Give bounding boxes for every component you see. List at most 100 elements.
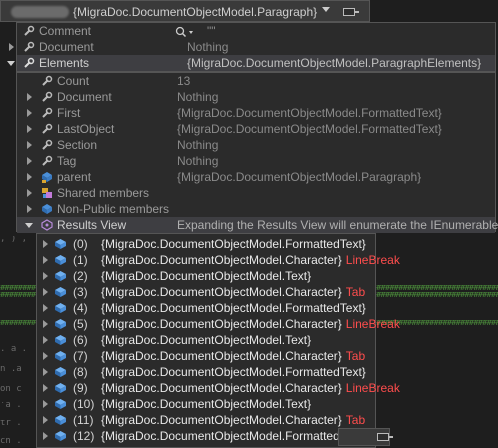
item-index: (7) xyxy=(73,349,88,363)
item-value: {MigraDoc.DocumentObjectModel.Character}… xyxy=(101,348,365,364)
member-value: {MigraDoc.DocumentObjectModel.Paragraph} xyxy=(177,170,422,184)
redacted-variable-name xyxy=(11,6,69,18)
list-item[interactable]: (6) {MigraDoc.DocumentObjectModel.Text} xyxy=(37,332,375,348)
list-item[interactable]: (3) {MigraDoc.DocumentObjectModel.Charac… xyxy=(37,284,375,300)
member-row-comment[interactable]: Comment "" xyxy=(17,23,495,39)
expand-arrow-icon[interactable] xyxy=(43,272,48,280)
expand-arrow-icon[interactable] xyxy=(43,432,48,440)
item-index: (0) xyxy=(73,237,88,251)
member-name: Elements xyxy=(39,56,90,70)
item-value-text: {MigraDoc.DocumentObjectModel.FormattedT… xyxy=(101,365,366,379)
expand-arrow-icon[interactable] xyxy=(43,240,48,248)
pin-icon[interactable] xyxy=(343,8,359,16)
expand-arrow-icon[interactable] xyxy=(27,157,32,165)
item-index: (10) xyxy=(73,397,95,411)
field-icon xyxy=(42,172,52,183)
expand-arrow-icon[interactable] xyxy=(27,205,32,213)
editor-code-line: ########## xyxy=(0,320,36,326)
chevron-down-icon[interactable] xyxy=(322,7,330,12)
member-row-shared-members[interactable]: Shared members xyxy=(17,185,495,201)
expand-arrow-icon[interactable] xyxy=(43,288,48,296)
member-name: Document xyxy=(39,40,94,54)
expand-arrow-icon[interactable] xyxy=(43,320,48,328)
expand-arrow-icon[interactable] xyxy=(43,304,48,312)
list-item[interactable]: (1) {MigraDoc.DocumentObjectModel.Charac… xyxy=(37,252,400,268)
expand-arrow-icon[interactable] xyxy=(43,368,48,376)
datatip-header[interactable]: {MigraDoc.DocumentObjectModel.Paragraph} xyxy=(0,0,370,22)
collapse-arrow-icon[interactable] xyxy=(7,61,15,66)
expand-arrow-icon[interactable] xyxy=(43,336,48,344)
item-value-text: {MigraDoc.DocumentObjectModel.Text} xyxy=(101,333,312,347)
member-row-document[interactable]: Document Nothing xyxy=(9,39,495,55)
item-index: (1) xyxy=(73,253,88,267)
item-index: (8) xyxy=(73,365,88,379)
member-name: Results View xyxy=(57,218,127,232)
member-name: Count xyxy=(57,74,90,88)
list-item[interactable]: (10) {MigraDoc.DocumentObjectModel.Text} xyxy=(37,396,375,412)
object-icon xyxy=(55,319,66,329)
editor-code-line: 'a . xyxy=(0,402,22,408)
item-value: {MigraDoc.DocumentObjectModel.Character}… xyxy=(101,316,400,332)
elements-members-panel: Count 13 Document Nothing First {MigraDo… xyxy=(16,72,498,233)
pin-icon[interactable] xyxy=(377,433,393,441)
item-value-text: {MigraDoc.DocumentObjectModel.FormattedT… xyxy=(101,301,366,315)
expand-arrow-icon[interactable] xyxy=(43,256,48,264)
expand-arrow-icon[interactable] xyxy=(27,109,32,117)
item-value-text: {MigraDoc.DocumentObjectModel.Character} xyxy=(101,285,342,299)
object-icon xyxy=(55,415,66,425)
object-icon xyxy=(55,399,66,409)
item-value: {MigraDoc.DocumentObjectModel.Text} xyxy=(101,332,315,348)
item-index: (2) xyxy=(73,269,88,283)
expand-arrow-icon[interactable] xyxy=(43,416,48,424)
member-row-parent[interactable]: parent {MigraDoc.DocumentObjectModel.Par… xyxy=(17,169,495,185)
expand-arrow-icon[interactable] xyxy=(43,352,48,360)
member-row-first[interactable]: First {MigraDoc.DocumentObjectModel.Form… xyxy=(17,105,495,121)
expand-arrow-icon[interactable] xyxy=(27,189,32,197)
list-item[interactable]: (4) {MigraDoc.DocumentObjectModel.Format… xyxy=(37,300,375,316)
expand-arrow-icon[interactable] xyxy=(27,141,32,149)
member-value: {MigraDoc.DocumentObjectModel.FormattedT… xyxy=(177,106,442,120)
member-name: Tag xyxy=(57,154,77,168)
member-row-count[interactable]: Count 13 xyxy=(17,73,495,89)
item-value: {MigraDoc.DocumentObjectModel.Character}… xyxy=(101,412,365,428)
item-index: (6) xyxy=(73,333,88,347)
expand-arrow-icon[interactable] xyxy=(27,93,32,101)
item-extra: Tab xyxy=(345,349,366,363)
member-row-non-public-members[interactable]: Non-Public members xyxy=(17,201,495,217)
expand-arrow-icon[interactable] xyxy=(43,384,48,392)
item-index: (9) xyxy=(73,381,88,395)
item-value: {MigraDoc.DocumentObjectModel.Character}… xyxy=(101,380,400,396)
member-value: "" xyxy=(207,24,216,38)
item-pin-bar xyxy=(338,428,393,446)
member-row-results-view[interactable]: Results View Expanding the Results View … xyxy=(17,217,498,233)
magnifier-icon[interactable] xyxy=(175,26,207,38)
member-row-section[interactable]: Section Nothing xyxy=(17,137,495,153)
expand-arrow-icon[interactable] xyxy=(43,400,48,408)
wrench-icon xyxy=(24,41,35,52)
expand-arrow-icon[interactable] xyxy=(9,43,14,51)
collapse-arrow-icon[interactable] xyxy=(25,223,33,228)
editor-code-line: ############################## xyxy=(376,292,498,298)
list-item[interactable]: (12) {MigraDoc.DocumentObjectModel.Forma… xyxy=(37,428,375,444)
member-row-elements[interactable]: Elements {MigraDoc.DocumentObjectModel.P… xyxy=(7,55,495,71)
editor-code-line: . a . xyxy=(0,346,28,352)
item-extra: Tab xyxy=(345,285,366,299)
expand-arrow-icon[interactable] xyxy=(27,125,32,133)
list-item[interactable]: (5) {MigraDoc.DocumentObjectModel.Charac… xyxy=(37,316,400,332)
member-name: Section xyxy=(57,138,98,152)
object-icon xyxy=(55,255,66,265)
member-row-document[interactable]: Document Nothing xyxy=(17,89,495,105)
expand-arrow-icon[interactable] xyxy=(27,173,32,181)
member-name: First xyxy=(57,106,81,120)
member-row-lastobject[interactable]: LastObject {MigraDoc.DocumentObjectModel… xyxy=(17,121,495,137)
member-row-tag[interactable]: Tag Nothing xyxy=(17,153,495,169)
item-value: {MigraDoc.DocumentObjectModel.FormattedT… xyxy=(101,428,370,444)
list-item[interactable]: (2) {MigraDoc.DocumentObjectModel.Text} xyxy=(37,268,375,284)
list-item[interactable]: (11) {MigraDoc.DocumentObjectModel.Chara… xyxy=(37,412,375,428)
item-value-text: {MigraDoc.DocumentObjectModel.Character} xyxy=(101,381,342,395)
list-item[interactable]: (9) {MigraDoc.DocumentObjectModel.Charac… xyxy=(37,380,400,396)
list-item[interactable]: (7) {MigraDoc.DocumentObjectModel.Charac… xyxy=(37,348,375,364)
list-item[interactable]: (8) {MigraDoc.DocumentObjectModel.Format… xyxy=(37,364,375,380)
list-item[interactable]: (0) {MigraDoc.DocumentObjectModel.Format… xyxy=(37,236,375,252)
editor-code-line: ########## xyxy=(0,292,36,298)
